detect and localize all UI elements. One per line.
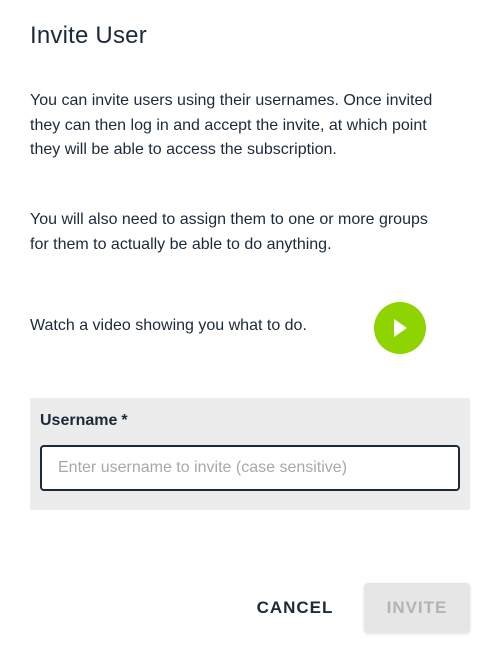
username-input[interactable]	[40, 445, 460, 491]
username-form-panel: Username *	[30, 398, 470, 510]
intro-paragraph: You can invite users using their usernam…	[30, 92, 433, 158]
play-icon	[394, 319, 407, 337]
required-marker: *	[121, 412, 128, 429]
username-label: Username *	[40, 412, 128, 430]
video-row: Watch a video showing you what to do.	[30, 302, 430, 354]
invite-button[interactable]: INVITE	[364, 583, 470, 633]
video-prompt-text: Watch a video showing you what to do.	[30, 317, 307, 334]
play-video-button[interactable]	[374, 302, 426, 354]
username-label-text: Username	[40, 412, 118, 429]
dialog-title: Invite User	[30, 22, 147, 49]
cancel-button[interactable]: CANCEL	[240, 584, 350, 632]
groups-paragraph: You will also need to assign them to one…	[30, 211, 428, 253]
invite-user-dialog: Invite User You can invite users using t…	[0, 0, 500, 663]
